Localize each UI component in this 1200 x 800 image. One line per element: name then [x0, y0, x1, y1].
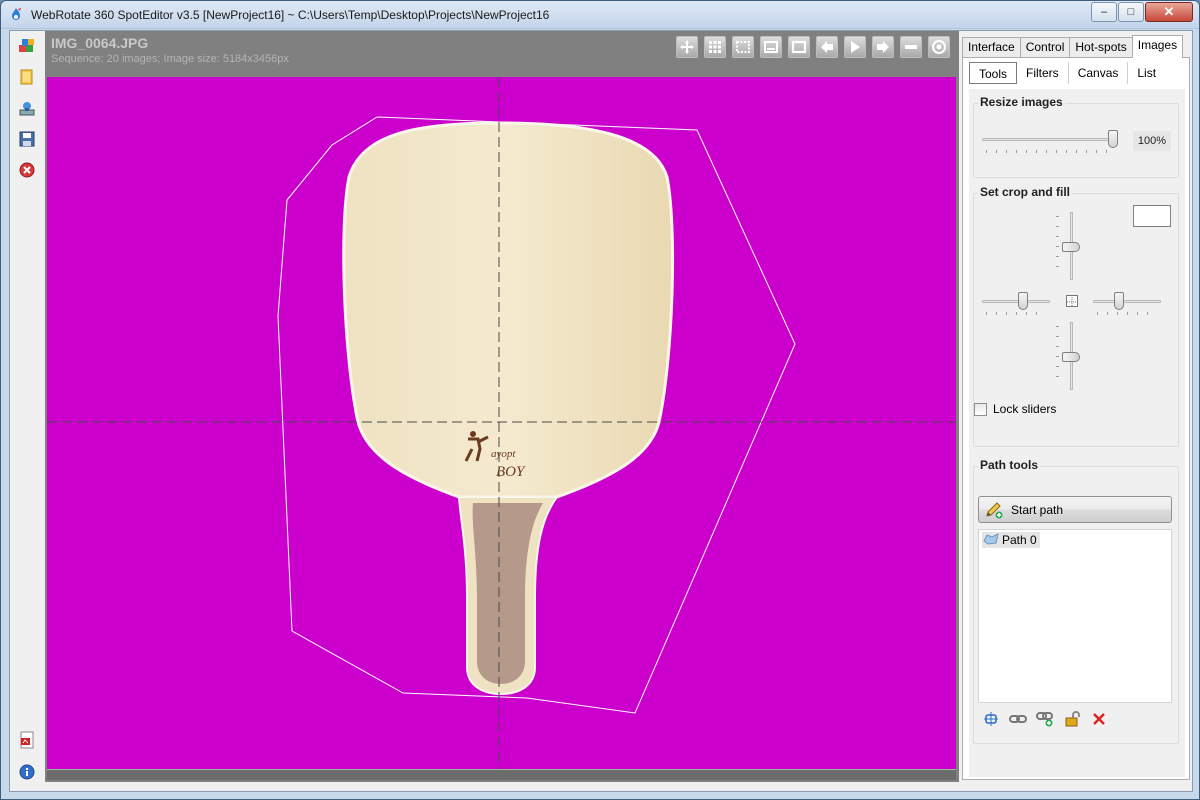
window-title: WebRotate 360 SpotEditor v3.5 [NewProjec…	[31, 8, 550, 22]
info-icon[interactable]	[18, 763, 36, 781]
maximize-icon: □	[1127, 6, 1135, 18]
crop-title: Set crop and fill	[978, 185, 1073, 199]
path-icon	[983, 532, 999, 548]
paddle-blade	[342, 121, 675, 499]
pencil-add-icon	[985, 501, 1005, 519]
resize-group: Resize images 100%	[973, 95, 1179, 178]
resize-title: Resize images	[978, 95, 1065, 109]
title-bar[interactable]: WebRotate 360 SpotEditor v3.5 [NewProjec…	[1, 1, 1199, 29]
view-toolbar	[676, 36, 950, 60]
selection-icon[interactable]	[732, 36, 754, 58]
lock-sliders-label: Lock sliders	[993, 402, 1057, 416]
subtab-filters[interactable]: Filters	[1017, 62, 1069, 84]
arrow-right-icon[interactable]	[872, 36, 894, 58]
resize-slider-thumb[interactable]	[1108, 130, 1118, 148]
save-icon[interactable]	[18, 130, 36, 148]
start-path-label: Start path	[1011, 502, 1064, 517]
delete-icon[interactable]	[1090, 711, 1108, 727]
subtab-list[interactable]: List	[1128, 62, 1165, 84]
minimize-button[interactable]: –	[1091, 2, 1117, 22]
list-item[interactable]: Path 0	[982, 532, 1040, 548]
crop-bottom-slider[interactable]	[1056, 322, 1080, 390]
crop-right-slider[interactable]	[1093, 292, 1161, 315]
path-list[interactable]: Path 0	[978, 529, 1172, 703]
add-link-icon[interactable]	[1036, 711, 1054, 727]
lock-sliders-checkbox[interactable]	[974, 402, 987, 416]
path-tools-group: Path tools Start path Path 0	[973, 458, 1179, 744]
right-panel: Interface Control Hot-spots Images Tools…	[960, 31, 1192, 782]
paddle-image: ayopt BOY	[47, 77, 956, 769]
crop-bottom-thumb[interactable]	[1062, 352, 1080, 362]
client-area: IMG_0064.JPG Sequence: 20 images; Image …	[9, 30, 1193, 792]
grid-icon[interactable]	[704, 36, 726, 58]
path-item-label: Path 0	[1002, 533, 1037, 547]
start-path-button[interactable]: Start path	[978, 496, 1172, 523]
close-project-icon[interactable]	[18, 161, 36, 179]
sub-tabs: Tools Filters Canvas List	[969, 62, 1165, 84]
app-icon	[9, 7, 23, 23]
crop-top-slider[interactable]	[1056, 212, 1080, 280]
resize-slider[interactable]	[982, 130, 1118, 153]
main-tabs: Interface Control Hot-spots Images	[962, 35, 1184, 58]
crop-top-thumb[interactable]	[1062, 242, 1080, 252]
target-icon[interactable]	[928, 36, 950, 58]
close-icon: ✕	[1163, 4, 1175, 19]
crop-right-thumb[interactable]	[1114, 292, 1124, 310]
publish-icon[interactable]	[18, 99, 36, 117]
image-filename: IMG_0064.JPG	[51, 35, 149, 51]
images-tab-page: Tools Filters Canvas List Resize images	[962, 57, 1190, 780]
fill-color-swatch[interactable]	[1133, 205, 1171, 227]
tab-control[interactable]: Control	[1019, 37, 1071, 57]
move-icon[interactable]	[676, 36, 698, 58]
unlock-icon[interactable]	[1063, 711, 1081, 727]
open-folder-icon[interactable]	[18, 68, 36, 86]
tab-images[interactable]: Images	[1131, 35, 1184, 58]
tab-interface[interactable]: Interface	[962, 37, 1021, 57]
frame-icon[interactable]	[788, 36, 810, 58]
path-toolbar	[982, 711, 1108, 727]
left-toolbar	[10, 31, 45, 791]
subtab-tools[interactable]: Tools	[969, 62, 1018, 84]
close-button[interactable]: ✕	[1145, 2, 1193, 22]
tools-page: Resize images 100% Set crop and fill Loc…	[969, 89, 1185, 777]
app-window: WebRotate 360 SpotEditor v3.5 [NewProjec…	[0, 0, 1200, 800]
maximize-button[interactable]: □	[1118, 2, 1144, 22]
image-info: Sequence: 20 images; Image size: 5184x34…	[51, 53, 289, 65]
resize-value: 100%	[1133, 131, 1171, 151]
minimize-icon: –	[1100, 6, 1108, 18]
path-tools-title: Path tools	[978, 458, 1041, 472]
link-icon[interactable]	[1009, 711, 1027, 727]
project-icon[interactable]	[18, 37, 36, 55]
select-path-icon[interactable]	[982, 711, 1000, 727]
status-bar	[10, 782, 1192, 791]
arrow-left-icon[interactable]	[816, 36, 838, 58]
image-canvas[interactable]: ayopt BOY	[47, 77, 956, 770]
crop-left-slider[interactable]	[982, 292, 1050, 315]
pdf-icon[interactable]	[18, 731, 36, 749]
minus-icon[interactable]	[900, 36, 922, 58]
window-icon[interactable]	[760, 36, 782, 58]
crop-left-thumb[interactable]	[1018, 292, 1028, 310]
image-viewer: IMG_0064.JPG Sequence: 20 images; Image …	[45, 31, 959, 782]
tab-hot-spots[interactable]: Hot-spots	[1069, 37, 1133, 57]
crop-group: Set crop and fill Lock sliders	[973, 185, 1179, 447]
paddle-logo-bottom: BOY	[496, 464, 526, 480]
canvas-scrollbar[interactable]	[47, 770, 956, 780]
crop-center-icon[interactable]	[1066, 295, 1078, 307]
subtab-canvas[interactable]: Canvas	[1069, 62, 1129, 84]
lock-sliders-row[interactable]: Lock sliders	[974, 402, 1056, 416]
paddle-logo-top: ayopt	[491, 448, 516, 460]
play-icon[interactable]	[844, 36, 866, 58]
